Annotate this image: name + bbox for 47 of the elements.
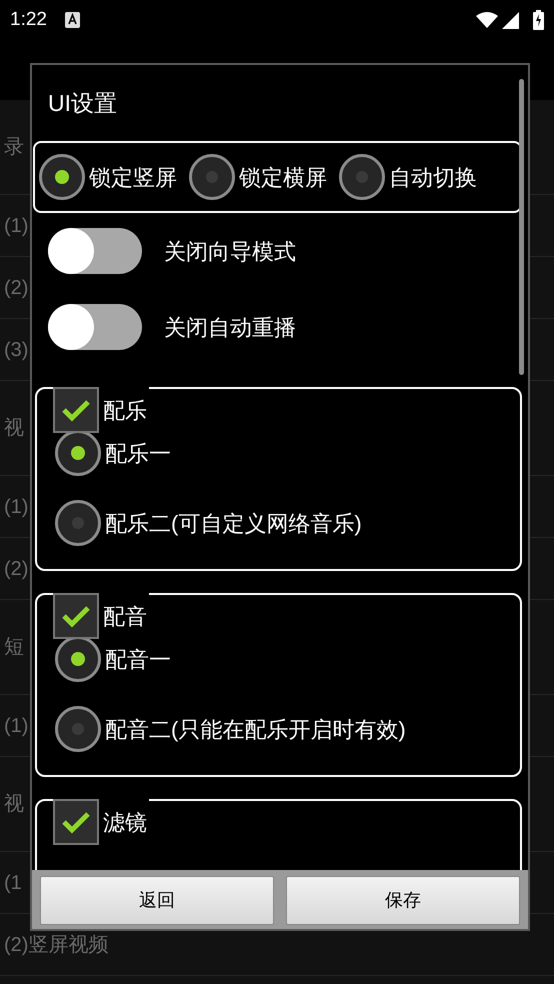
check-icon xyxy=(61,604,91,628)
option-label: 配乐一 xyxy=(105,440,171,468)
status-time: 1:22 xyxy=(10,8,47,32)
dialog-button[interactable]: 保存 xyxy=(286,876,520,925)
checkbox[interactable] xyxy=(53,593,99,639)
list-text: (1 xyxy=(4,870,22,896)
checkbox[interactable] xyxy=(53,387,99,433)
radio-button[interactable] xyxy=(189,154,235,200)
list-text: (2)竖屏视频 xyxy=(4,932,108,958)
radio-button[interactable] xyxy=(55,430,101,476)
list-text: (2) xyxy=(4,276,28,300)
check-icon xyxy=(61,810,91,834)
list-text: (1) xyxy=(4,214,28,238)
list-text: 短 xyxy=(4,635,24,660)
wifi-icon xyxy=(476,12,498,28)
dialog-title: UI设置 xyxy=(48,88,117,118)
check-icon xyxy=(61,398,91,422)
radio-button[interactable] xyxy=(55,706,101,752)
option-label: 配乐二(可自定义网络音乐) xyxy=(105,510,362,538)
toggle-switch[interactable] xyxy=(48,228,142,274)
list-text: 视 xyxy=(4,416,24,441)
option-label: 配音一 xyxy=(105,646,171,674)
group-label: 配乐 xyxy=(103,396,147,424)
option-label: 锁定横屏 xyxy=(239,164,327,192)
radio-button[interactable] xyxy=(55,636,101,682)
checkbox[interactable] xyxy=(53,799,99,845)
group-label: 配音 xyxy=(103,602,147,630)
list-text: 视 xyxy=(4,792,24,817)
option-label: 自动切换 xyxy=(389,164,477,192)
keyboard-notification-icon xyxy=(64,12,80,28)
list-text: 录 xyxy=(4,135,24,160)
list-text: (2) xyxy=(4,556,28,582)
radio-button[interactable] xyxy=(339,154,385,200)
dialog-button[interactable]: 返回 xyxy=(40,876,274,925)
radio-button[interactable] xyxy=(39,154,85,200)
toggle-switch[interactable] xyxy=(48,304,142,350)
signal-icon xyxy=(502,12,519,28)
option-label: 锁定竖屏 xyxy=(89,164,177,192)
battery-charging-icon xyxy=(533,10,544,30)
list-text: (1) xyxy=(4,494,28,520)
option-label: 配音二(只能在配乐开启时有效) xyxy=(105,716,406,744)
list-text: (1) xyxy=(4,714,28,738)
group-label: 滤镜 xyxy=(103,808,147,836)
toggle-label: 关闭自动重播 xyxy=(164,314,296,342)
toggle-label: 关闭向导模式 xyxy=(164,238,296,266)
radio-button[interactable] xyxy=(55,500,101,546)
list-text: (3) xyxy=(4,338,28,362)
